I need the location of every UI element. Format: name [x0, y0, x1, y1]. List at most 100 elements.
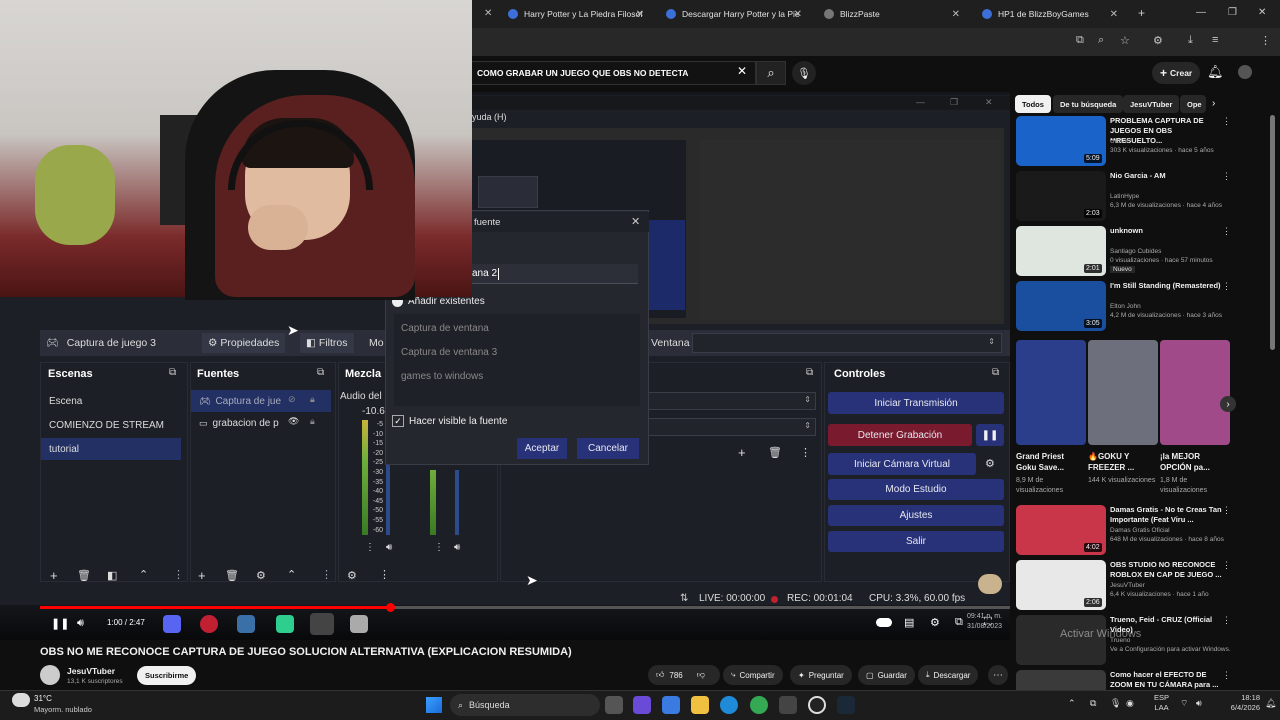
mixer-settings-icon[interactable]: ⚙	[347, 569, 357, 582]
autoplay-toggle[interactable]	[876, 618, 892, 627]
undock-icon[interactable]: ⧉	[806, 367, 813, 378]
wifi-icon[interactable]: ⌔	[1180, 698, 1188, 709]
recommended-video[interactable]: 2:01 unknown Santiago Cubides 0 visualizaci…	[1016, 226, 1231, 276]
ask-button[interactable]: ✦ Preguntar	[790, 665, 852, 685]
more-options-icon[interactable]: ⋮	[434, 542, 444, 553]
clear-search-icon[interactable]: ✕	[737, 64, 747, 78]
browser-tab[interactable]: BlizzPaste ✕	[816, 2, 966, 26]
more-options-icon[interactable]: ⋮	[1222, 171, 1231, 182]
speaker-icon[interactable]: 🔊︎	[1196, 698, 1202, 709]
short-thumbnail[interactable]	[1016, 340, 1086, 445]
more-actions-button[interactable]: ⋯	[988, 665, 1008, 685]
window-select[interactable]: ⇕	[692, 333, 1002, 353]
scene-item[interactable]: COMIENZO DE STREAM	[41, 414, 187, 436]
move-up-icon[interactable]: ⌃	[139, 568, 148, 581]
chip-all[interactable]: Todos	[1015, 95, 1051, 113]
share-button[interactable]: ⤷ Compartir	[723, 665, 783, 685]
undock-icon[interactable]: ⧉	[169, 367, 176, 378]
cancel-button[interactable]: Cancelar	[577, 438, 639, 459]
tray-overflow-icon[interactable]: ⌃	[1068, 698, 1076, 709]
voice-search-button[interactable]: 🎙	[792, 61, 816, 85]
reading-list-icon[interactable]: ≡	[1212, 34, 1218, 46]
scene-item[interactable]: tutorial	[41, 438, 181, 460]
search-input[interactable]: COMO GRABAR UN JUEGO QUE OBS NO DETECTA	[470, 61, 756, 85]
recommended-title[interactable]: unknown	[1110, 226, 1225, 236]
maximize-icon[interactable]: ❐	[1228, 7, 1237, 18]
zoom-icon[interactable]: ⌕	[1098, 34, 1104, 47]
download-button[interactable]: ⤓ Descargar	[918, 665, 979, 685]
more-options-icon[interactable]: ⋮	[1222, 670, 1231, 681]
tray-app-icon[interactable]: ◉	[1126, 698, 1134, 709]
more-options-icon[interactable]: ⋮	[365, 542, 375, 553]
short-title[interactable]: ¡la MEJOR OPCIÓN pa...	[1160, 451, 1230, 473]
chip-channel[interactable]: JesuVTuber	[1123, 95, 1180, 113]
existing-source-item[interactable]: Captura de ventana 3	[401, 347, 497, 358]
studio-mode-button[interactable]: Modo Estudio	[828, 479, 1004, 500]
sidebar-scrollbar[interactable]	[1270, 115, 1275, 350]
short-thumbnail[interactable]	[1160, 340, 1230, 445]
chip-more[interactable]: Ope	[1180, 95, 1206, 113]
recommended-video[interactable]: 2:03 Nio Garcia - AM LatinHype 6,3 M de vis…	[1016, 171, 1231, 221]
close-tab-icon[interactable]: ✕	[794, 9, 802, 20]
close-window-icon[interactable]: ✕	[1258, 7, 1266, 18]
stop-recording-button[interactable]: Detener Grabación	[828, 424, 972, 446]
recommended-title[interactable]: Nio Garcia - AM	[1110, 171, 1225, 181]
file-explorer-icon[interactable]	[691, 696, 709, 714]
subscribe-button[interactable]: Suscribirme	[137, 666, 197, 685]
duration-input[interactable]: ⇕	[648, 418, 816, 436]
obs-close-icon[interactable]: ✕	[985, 97, 993, 108]
obs-minimize-icon[interactable]: —	[916, 97, 925, 107]
more-options-icon[interactable]: ⋮	[800, 446, 811, 459]
recommended-channel[interactable]: LatinHype	[1110, 193, 1139, 200]
delete-transition-icon[interactable]: 🗑︎	[768, 446, 782, 459]
filters-button[interactable]: ◧ Filtros	[300, 333, 354, 353]
more-options-icon[interactable]: ⋮	[379, 568, 390, 581]
close-tab-icon[interactable]: ✕	[952, 9, 960, 20]
obs-icon[interactable]	[808, 696, 826, 714]
recommended-channel[interactable]: Damas Gratis Oficial	[1110, 527, 1170, 534]
speaker-icon[interactable]: 🔊︎	[386, 542, 392, 553]
create-button[interactable]: + Crear	[1152, 62, 1201, 84]
lock-icon[interactable]: 🔒︎	[310, 416, 315, 427]
close-tab-icon[interactable]: ✕	[636, 9, 644, 20]
delete-source-icon[interactable]: 🗑︎	[225, 569, 239, 582]
speaker-icon[interactable]: 🔊︎	[454, 542, 460, 553]
source-name-input[interactable]: ana 2	[472, 264, 638, 284]
scene-filters-icon[interactable]: ◧	[107, 569, 117, 582]
task-view-icon[interactable]	[605, 696, 623, 714]
more-options-icon[interactable]: ⋮	[321, 568, 332, 581]
recommended-video[interactable]: 3:05 I'm Still Standing (Remastered) Elton…	[1016, 281, 1231, 331]
settings-button[interactable]: Ajustes	[828, 505, 1004, 526]
source-properties-icon[interactable]: ⚙	[256, 569, 266, 582]
subtitles-icon[interactable]: ▤	[904, 616, 914, 629]
make-visible-checkbox[interactable]: ✓	[392, 415, 404, 427]
recommended-video[interactable]: 5:09 PROBLEMA CAPTURA DE JUEGOS EN OBS **…	[1016, 116, 1231, 166]
pause-button[interactable]: ❚❚	[51, 617, 69, 630]
recommended-video[interactable]: 2:06 OBS STUDIO NO RECONOCE ROBLOX EN CAP…	[1016, 560, 1231, 610]
more-options-icon[interactable]: ⋮	[1222, 615, 1231, 626]
chip-from-search[interactable]: De tu búsqueda	[1053, 95, 1124, 113]
teams-icon[interactable]	[633, 696, 651, 714]
recommended-channel[interactable]: Elton John	[1110, 303, 1141, 310]
add-scene-icon[interactable]: +	[50, 568, 58, 583]
obs-maximize-icon[interactable]: ❐	[950, 97, 958, 108]
exit-button[interactable]: Salir	[828, 531, 1004, 552]
channel-avatar[interactable]	[40, 665, 60, 685]
recommended-title[interactable]: Damas Gratis - No te Creas Tan Important…	[1110, 505, 1225, 525]
transition-select[interactable]: ⇕	[648, 392, 816, 410]
add-source-icon[interactable]: +	[198, 568, 206, 583]
chevron-right-icon[interactable]: ›	[1212, 98, 1215, 109]
microphone-icon[interactable]: 🎙	[1110, 698, 1121, 709]
recommended-video[interactable]: Trueno, Feid - CRUZ (Official Video) True…	[1016, 615, 1231, 665]
taskbar-search[interactable]: ⌕ Búsqueda	[450, 694, 600, 716]
properties-button[interactable]: ⚙ Propiedades	[202, 333, 286, 353]
pause-recording-button[interactable]: ❚❚	[976, 424, 1004, 446]
recommended-channel[interactable]: Santiago Cubides	[1110, 248, 1161, 255]
hidden-eye-icon[interactable]: ⊘	[288, 394, 296, 405]
volume-icon[interactable]: 🔊︎	[77, 617, 84, 630]
channel-name[interactable]: JesuVTuber	[67, 666, 115, 676]
visible-eye-icon[interactable]: 👁︎	[288, 416, 299, 427]
undock-icon[interactable]: ⧉	[317, 367, 324, 378]
recommended-title[interactable]: I'm Still Standing (Remastered)	[1110, 281, 1225, 291]
edge-icon[interactable]	[720, 696, 738, 714]
